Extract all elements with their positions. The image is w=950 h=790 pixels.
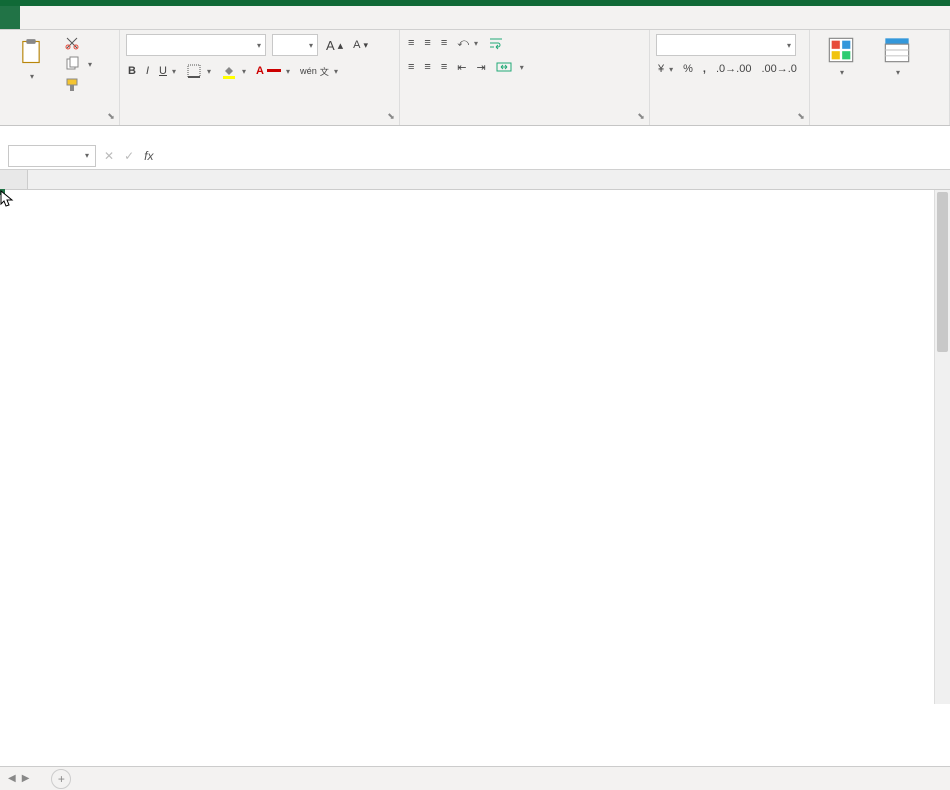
align-top-button[interactable]: ≡ [406, 36, 416, 50]
cancel-formula-icon[interactable]: ✕ [104, 149, 114, 163]
fx-icon[interactable]: fx [144, 149, 153, 163]
sheet-nav-prev[interactable]: ◀ [8, 773, 16, 784]
formula-bar: ▾ ✕ ✓ fx [0, 142, 950, 170]
font-size-select[interactable]: ▾ [272, 34, 318, 56]
underline-button[interactable]: U▾ [157, 64, 178, 78]
sheet-tabs-bar: ◀ ▶ + [0, 766, 950, 790]
group-label-clipboard [6, 107, 113, 123]
name-box[interactable]: ▾ [8, 145, 96, 167]
cut-button[interactable] [62, 34, 94, 52]
increase-decimal-button[interactable]: .0→.00 [714, 62, 753, 76]
conditional-format-button[interactable]: ▾ [816, 34, 866, 79]
group-label-number [656, 107, 803, 123]
align-middle-button[interactable]: ≡ [422, 36, 432, 50]
merge-center-button[interactable]: ▾ [494, 58, 526, 76]
wrap-text-button[interactable] [486, 34, 509, 52]
italic-button[interactable]: I [144, 64, 151, 78]
fill-color-button[interactable]: ▾ [219, 62, 248, 80]
increase-font-button[interactable]: A▴ [324, 37, 345, 54]
align-launcher[interactable]: ⬊ [635, 111, 647, 123]
increase-indent-button[interactable]: ⇥ [474, 60, 487, 75]
format-painter-button[interactable] [62, 76, 94, 94]
align-right-button[interactable]: ≡ [439, 60, 449, 74]
ribbon: ▾ ▾ ⬊ ▾ ▾ A▴ A▾ B I U▾ ▾ ▾ [0, 30, 950, 126]
add-sheet-button[interactable]: + [51, 769, 71, 789]
menu-bar [0, 6, 950, 30]
group-label-font [126, 107, 393, 123]
format-table-button[interactable]: ▾ [872, 34, 922, 79]
decrease-font-button[interactable]: A▾ [351, 38, 370, 52]
orientation-button[interactable]: ⤺▾ [455, 36, 480, 51]
group-label-styles [816, 107, 943, 123]
worksheet[interactable] [0, 170, 950, 728]
copy-button[interactable]: ▾ [62, 55, 94, 73]
font-name-select[interactable]: ▾ [126, 34, 266, 56]
select-all-corner[interactable] [0, 170, 28, 189]
vertical-scrollbar[interactable] [934, 190, 950, 704]
clipboard-launcher[interactable]: ⬊ [105, 111, 117, 123]
font-color-button[interactable]: A▾ [254, 64, 292, 78]
align-left-button[interactable]: ≡ [406, 60, 416, 74]
decrease-decimal-button[interactable]: .00→.0 [759, 62, 798, 76]
comma-button[interactable]: , [701, 62, 708, 76]
group-label-align [406, 107, 643, 123]
paste-button[interactable]: ▾ [6, 34, 56, 83]
decrease-indent-button[interactable]: ⇤ [455, 60, 468, 75]
number-launcher[interactable]: ⬊ [795, 111, 807, 123]
percent-button[interactable]: % [681, 62, 695, 76]
formula-input[interactable] [161, 145, 942, 167]
bold-button[interactable]: B [126, 64, 138, 78]
phonetic-button[interactable]: wén文▾ [298, 63, 340, 79]
border-button[interactable]: ▾ [184, 62, 213, 80]
currency-button[interactable]: ¥▾ [656, 62, 675, 76]
align-center-button[interactable]: ≡ [422, 60, 432, 74]
align-bottom-button[interactable]: ≡ [439, 36, 449, 50]
sheet-nav-next[interactable]: ▶ [22, 773, 30, 784]
enter-formula-icon[interactable]: ✓ [124, 149, 134, 163]
font-launcher[interactable]: ⬊ [385, 111, 397, 123]
number-format-select[interactable]: ▾ [656, 34, 796, 56]
tab-file[interactable] [0, 6, 20, 29]
